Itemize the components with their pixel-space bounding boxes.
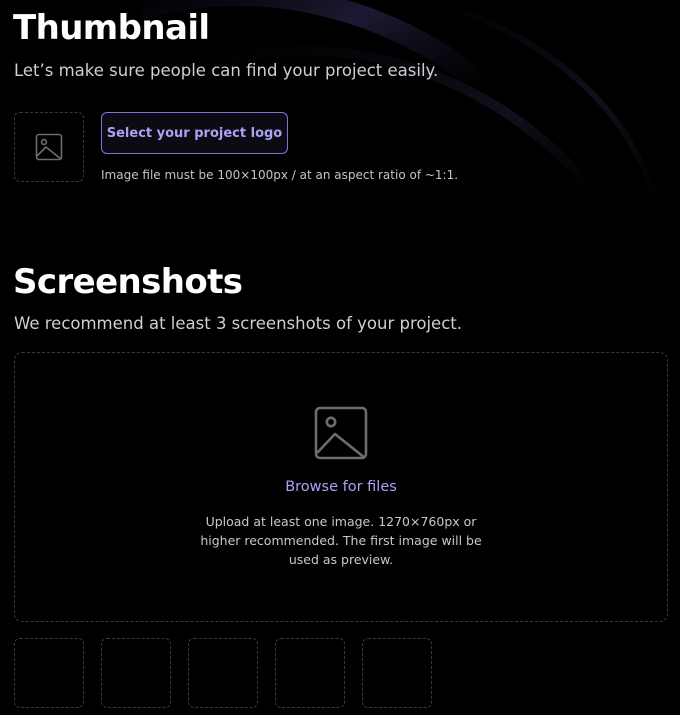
screenshot-slot[interactable] (14, 638, 84, 708)
screenshot-slots (14, 638, 432, 708)
screenshot-slot[interactable] (275, 638, 345, 708)
browse-files-link[interactable]: Browse for files (15, 477, 667, 497)
screenshot-slot[interactable] (188, 638, 258, 708)
logo-requirements-hint: Image file must be 100×100px / at an asp… (101, 168, 459, 182)
screenshot-slot[interactable] (101, 638, 171, 708)
screenshot-slot[interactable] (362, 638, 432, 708)
screenshots-subtitle: We recommend at least 3 screenshots of y… (14, 314, 462, 333)
image-icon (35, 133, 63, 161)
select-project-logo-button[interactable]: Select your project logo (101, 112, 288, 154)
logo-upload-slot[interactable] (14, 112, 84, 182)
screenshots-dropzone[interactable]: Browse for files Upload at least one ima… (14, 352, 668, 622)
screenshots-title: Screenshots (13, 262, 243, 302)
page: Thumbnail Let’s make sure people can fin… (0, 0, 680, 715)
thumbnail-title: Thumbnail (13, 8, 210, 48)
thumbnail-subtitle: Let’s make sure people can find your pro… (14, 61, 439, 80)
screenshots-upload-description: Upload at least one image. 1270×760px or… (200, 514, 482, 567)
image-icon (314, 406, 368, 460)
